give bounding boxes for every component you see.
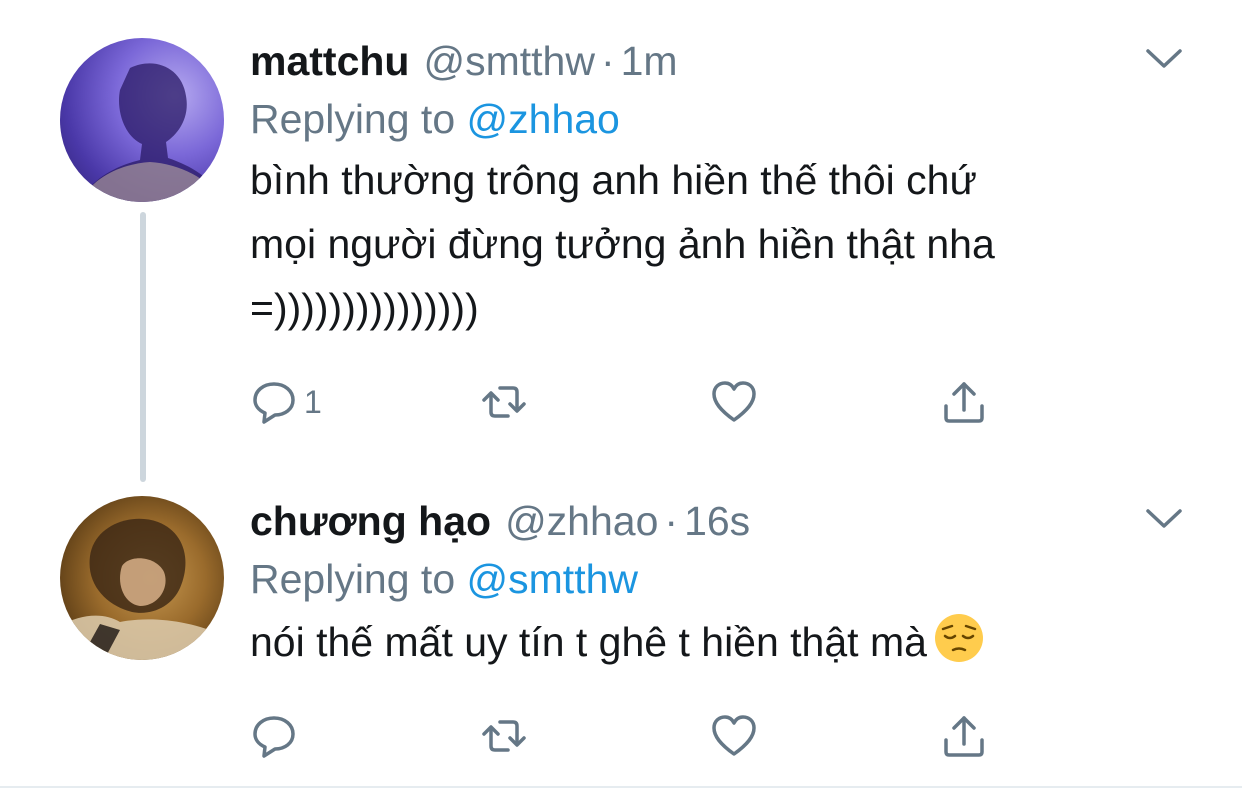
replying-to-label: Replying to (250, 96, 456, 142)
reply-button[interactable]: 1 (250, 372, 322, 432)
tweet-header: mattchu @smtthw · 1m (250, 32, 1150, 90)
tweet-header: chương hạo @zhhao · 16s (250, 492, 1150, 550)
avatar[interactable] (60, 496, 224, 660)
share-icon (944, 716, 984, 757)
separator-dot: · (664, 498, 679, 544)
user-handle[interactable]: @smtthw (423, 38, 594, 84)
replying-to: Replying to @zhhao (250, 90, 1150, 148)
pensive-face-emoji-icon (934, 614, 983, 662)
reply-button[interactable] (250, 706, 304, 766)
replying-to-link[interactable]: @smtthw (467, 556, 638, 602)
timestamp[interactable]: 16s (684, 498, 750, 544)
replying-to: Replying to @smtthw (250, 550, 1150, 608)
replying-to-label: Replying to (250, 556, 456, 602)
heart-icon (712, 715, 756, 756)
speech-bubble-icon (253, 382, 295, 424)
display-name[interactable]: mattchu (250, 38, 409, 84)
avatar-image (80, 63, 224, 202)
tweet-actions (250, 706, 1010, 766)
share-button[interactable] (940, 372, 988, 432)
avatar[interactable] (60, 38, 224, 202)
user-handle[interactable]: @zhhao (505, 498, 658, 544)
tweet-content: mattchu @smtthw · 1m Replying to @zhhao bìn… (250, 32, 1150, 340)
retweet-icon (482, 386, 526, 418)
retweet-button[interactable] (480, 706, 528, 766)
chevron-down-icon[interactable] (1144, 504, 1184, 532)
reply-count: 1 (304, 383, 322, 420)
chevron-down-icon[interactable] (1144, 44, 1184, 72)
tweet-actions: 1 (250, 372, 1010, 432)
tweet-text-container: nói thế mất uy tín t ghê t hiền thật mà (250, 610, 1150, 674)
speech-bubble-icon (253, 716, 295, 758)
share-button[interactable] (940, 706, 988, 766)
heart-icon (712, 381, 756, 422)
divider (0, 786, 1242, 788)
replying-to-link[interactable]: @zhhao (467, 96, 620, 142)
tweet[interactable]: chương hạo @zhhao · 16s Replying to @smtthw… (0, 470, 1242, 788)
display-name[interactable]: chương hạo (250, 498, 491, 544)
tweet-content: chương hạo @zhhao · 16s Replying to @smtthw… (250, 492, 1150, 674)
retweet-button[interactable] (480, 372, 528, 432)
separator-dot: · (600, 38, 615, 84)
share-icon (944, 382, 984, 423)
tweet[interactable]: mattchu @smtthw · 1m Replying to @zhhao bìn… (0, 0, 1242, 482)
thread-connector-line (140, 212, 146, 482)
like-button[interactable] (710, 706, 758, 766)
tweet-text: nói thế mất uy tín t ghê t hiền thật mà (250, 619, 927, 665)
tweet-text: bình thường trông anh hiền thế thôi chứ … (250, 157, 995, 331)
timestamp[interactable]: 1m (621, 38, 678, 84)
retweet-icon (482, 720, 526, 752)
avatar-image (60, 518, 224, 660)
like-button[interactable] (710, 372, 758, 432)
